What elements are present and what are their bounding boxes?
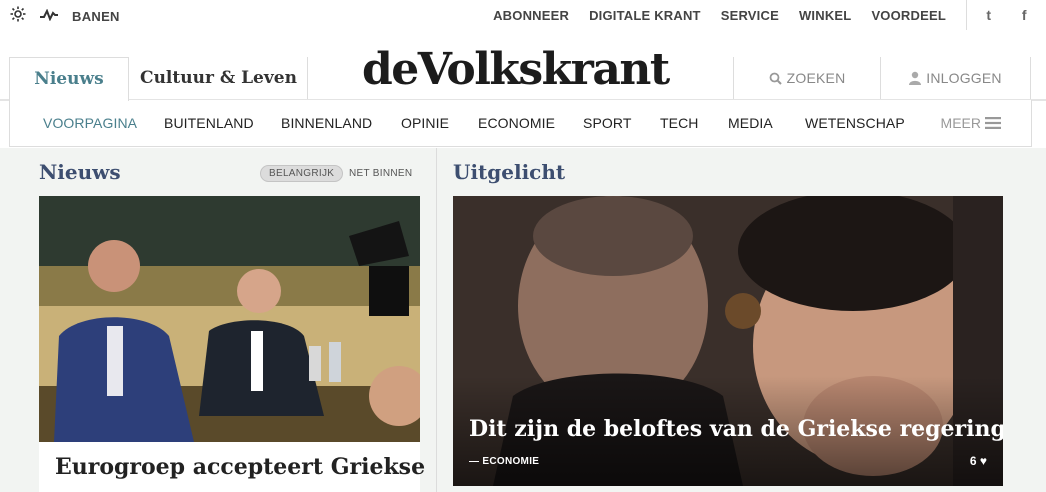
tab-nieuws[interactable]: Nieuws: [9, 57, 129, 101]
nav-wetenschap[interactable]: WETENSCHAP: [805, 115, 905, 131]
column-divider: [436, 148, 437, 492]
news-headline: Eurogroep accepteert Griekse: [55, 454, 426, 480]
social-links: t f: [966, 0, 1046, 30]
nav-tech[interactable]: TECH: [660, 115, 699, 131]
nav-binnenland[interactable]: BINNENLAND: [281, 115, 372, 131]
news-heading: Nieuws: [39, 160, 121, 184]
filter-net-binnen[interactable]: NET BINNEN: [349, 168, 412, 179]
section-nav: VOORPAGINA BUITENLAND BINNENLAND OPINIE …: [9, 100, 1032, 147]
nav-media[interactable]: MEDIA: [728, 115, 773, 131]
featured-likes[interactable]: 6 ♥: [970, 454, 987, 468]
tab-cultuur-leven[interactable]: Cultuur & Leven: [130, 57, 308, 99]
featured-heading: Uitgelicht: [453, 160, 566, 184]
service-link[interactable]: SERVICE: [721, 8, 779, 23]
masthead: Nieuws Cultuur & Leven deVolkskrant ZOEK…: [0, 44, 1046, 101]
user-icon: [909, 71, 922, 85]
nav-opinie[interactable]: OPINIE: [401, 115, 449, 131]
twitter-icon[interactable]: t: [986, 7, 991, 23]
likes-count: 6: [969, 454, 977, 468]
abonneer-link[interactable]: ABONNEER: [493, 8, 569, 23]
utility-links: ABONNEER DIGITALE KRANT SERVICE WINKEL V…: [493, 8, 946, 23]
nav-economie[interactable]: ECONOMIE: [478, 115, 555, 131]
login-button[interactable]: INLOGGEN: [881, 57, 1031, 99]
voordeel-link[interactable]: VOORDEEL: [871, 8, 946, 23]
news-photo-illustration: [39, 196, 420, 442]
filter-belangrijk[interactable]: BELANGRIJK: [260, 165, 344, 182]
featured-category-label: ECONOMIE: [482, 456, 540, 467]
nav-buitenland[interactable]: BUITENLAND: [164, 115, 254, 131]
news-photo[interactable]: [39, 196, 420, 442]
search-label: ZOEKEN: [786, 70, 846, 86]
utility-left: BANEN: [10, 6, 120, 27]
nav-voorpagina[interactable]: VOORPAGINA: [43, 115, 137, 131]
utility-bar: BANEN ABONNEER DIGITALE KRANT SERVICE WI…: [0, 0, 1046, 30]
nav-sport[interactable]: SPORT: [583, 115, 631, 131]
pulse-icon[interactable]: [40, 8, 58, 26]
sun-icon[interactable]: [10, 6, 26, 27]
more-label: MEER: [940, 115, 981, 131]
winkel-link[interactable]: WINKEL: [799, 8, 851, 23]
content-area: Nieuws BELANGRIJK NET BINNEN Eurogroep a…: [0, 148, 1046, 492]
featured-story[interactable]: Dit zijn de beloftes van de Griekse rege…: [453, 196, 1003, 486]
featured-category[interactable]: — ECONOMIE: [469, 456, 539, 467]
banen-link[interactable]: BANEN: [72, 9, 120, 24]
search-button[interactable]: ZOEKEN: [733, 57, 881, 99]
search-icon: [769, 72, 782, 85]
menu-icon: [985, 117, 1001, 129]
login-label: INLOGGEN: [926, 70, 1002, 86]
heart-icon: ♥: [979, 454, 987, 468]
digitale-krant-link[interactable]: DIGITALE KRANT: [589, 8, 701, 23]
featured-title: Dit zijn de beloftes van de Griekse rege…: [469, 416, 1003, 442]
nav-more[interactable]: MEER: [941, 115, 1001, 131]
facebook-icon[interactable]: f: [1022, 7, 1027, 23]
site-logo[interactable]: deVolkskrant: [362, 44, 682, 95]
news-headline-card[interactable]: Eurogroep accepteert Griekse: [39, 442, 425, 492]
